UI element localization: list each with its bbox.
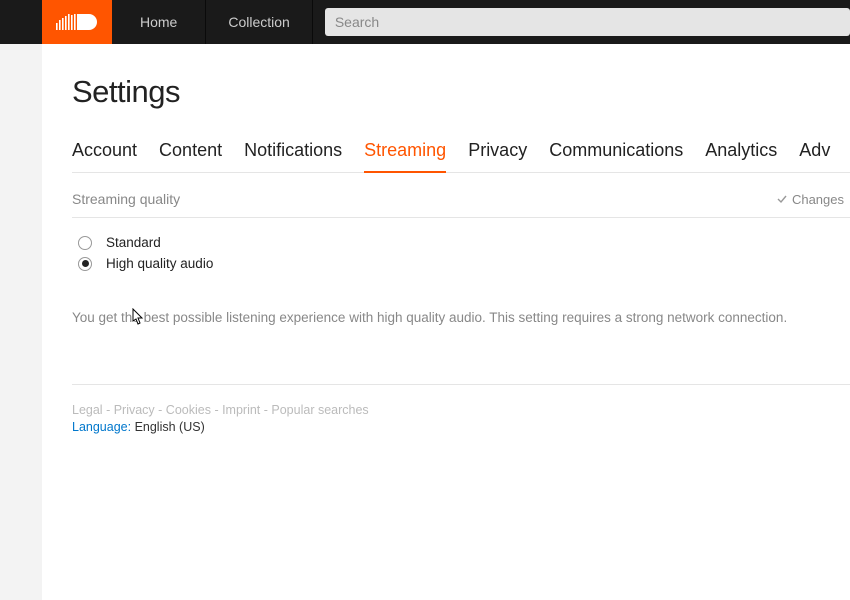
radio-label: Standard xyxy=(106,235,161,250)
footer-privacy[interactable]: Privacy xyxy=(114,403,155,417)
check-icon xyxy=(776,193,788,205)
tab-content[interactable]: Content xyxy=(159,140,222,172)
search-container xyxy=(313,0,850,44)
radio-icon-selected xyxy=(78,257,92,271)
footer-sep: - xyxy=(103,403,114,417)
footer-sep: - xyxy=(260,403,271,417)
search-input[interactable] xyxy=(325,8,850,36)
settings-page: Settings Account Content Notifications S… xyxy=(42,44,850,600)
tab-privacy[interactable]: Privacy xyxy=(468,140,527,172)
tab-account[interactable]: Account xyxy=(72,140,137,172)
streaming-quality-header: Streaming quality Changes xyxy=(72,191,850,218)
radio-standard[interactable]: Standard xyxy=(72,232,850,253)
tab-analytics[interactable]: Analytics xyxy=(705,140,777,172)
soundcloud-icon xyxy=(56,12,98,32)
radio-icon xyxy=(78,236,92,250)
footer-cookies[interactable]: Cookies xyxy=(166,403,211,417)
tab-advertising[interactable]: Adv xyxy=(799,140,830,172)
radio-label: High quality audio xyxy=(106,256,213,271)
footer-sep: - xyxy=(155,403,166,417)
tab-notifications[interactable]: Notifications xyxy=(244,140,342,172)
streaming-description: You get the best possible listening expe… xyxy=(72,308,850,328)
footer-legal[interactable]: Legal xyxy=(72,403,103,417)
footer-popular[interactable]: Popular searches xyxy=(271,403,368,417)
page-title: Settings xyxy=(72,74,850,110)
footer-links: Legal - Privacy - Cookies - Imprint - Po… xyxy=(72,403,850,417)
changes-saved-indicator: Changes xyxy=(776,192,844,207)
tab-streaming[interactable]: Streaming xyxy=(364,140,446,173)
footer-imprint[interactable]: Imprint xyxy=(222,403,260,417)
language-label[interactable]: Language: xyxy=(72,420,131,434)
language-line: Language: English (US) xyxy=(72,420,850,434)
language-value: English (US) xyxy=(131,420,205,434)
settings-tabs: Account Content Notifications Streaming … xyxy=(72,140,850,173)
page-footer: Legal - Privacy - Cookies - Imprint - Po… xyxy=(72,384,850,434)
radio-high-quality[interactable]: High quality audio xyxy=(72,253,850,274)
top-nav-bar: Home Collection xyxy=(0,0,850,44)
tab-communications[interactable]: Communications xyxy=(549,140,683,172)
soundcloud-logo[interactable] xyxy=(42,0,112,44)
nav-collection[interactable]: Collection xyxy=(206,0,312,44)
footer-sep: - xyxy=(211,403,222,417)
nav-home[interactable]: Home xyxy=(112,0,206,44)
section-title: Streaming quality xyxy=(72,191,180,207)
changes-saved-label: Changes xyxy=(792,192,844,207)
